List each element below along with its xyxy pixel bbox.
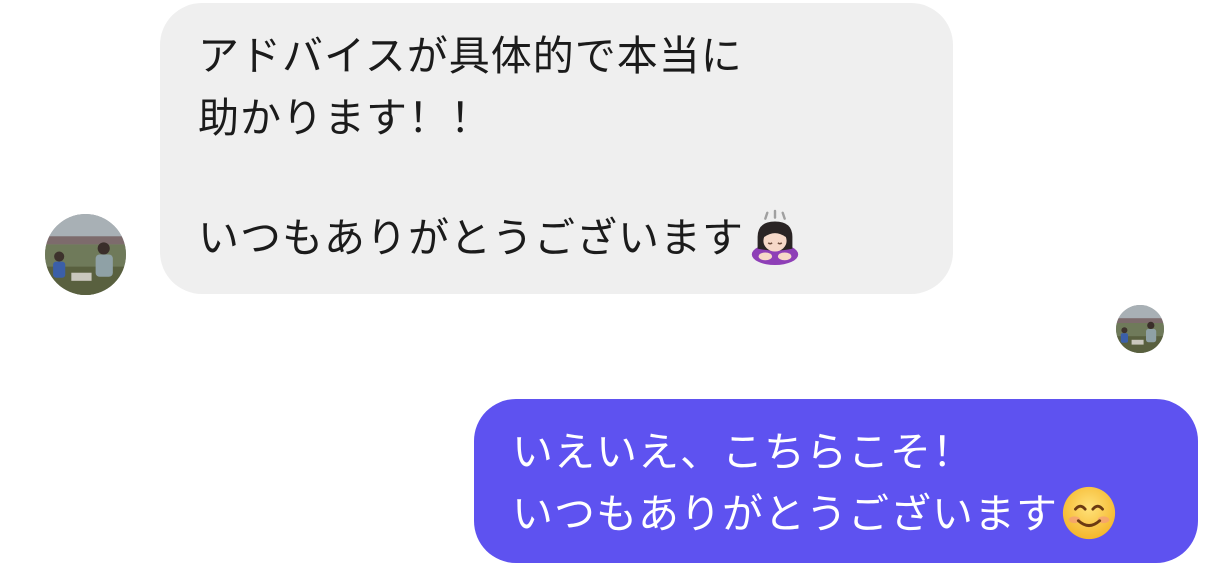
incoming-message-bubble[interactable]: アドバイスが具体的で本当に 助かります！！ いつもありがとうございます [160, 3, 953, 294]
message-text-line-with-emoji: いつもありがとうございます [198, 207, 953, 269]
chat-thread: アドバイスが具体的で本当に 助かります！！ いつもありがとうございます いえいえ… [0, 0, 1220, 565]
family-photo-avatar-image [1116, 305, 1164, 353]
message-text: いつもありがとうございます [512, 490, 1058, 538]
message-text-line: いえいえ、こちらこそ！ [512, 428, 974, 476]
outgoing-message-bubble[interactable]: いえいえ、こちらこそ！ いつもありがとうございます [474, 399, 1198, 563]
message-text: いつもありがとうございます [198, 214, 744, 262]
recipient-avatar[interactable] [1116, 305, 1164, 353]
bowing-woman-icon [746, 208, 804, 266]
message-text-line: アドバイスが具体的で本当に [198, 32, 743, 80]
message-text-line: 助かります！！ [198, 94, 492, 142]
smiling-face-icon [1060, 484, 1118, 542]
sender-avatar[interactable] [45, 214, 126, 295]
message-text-line-with-emoji: いつもありがとうございます [512, 483, 1198, 545]
family-photo-avatar-image [45, 214, 126, 295]
